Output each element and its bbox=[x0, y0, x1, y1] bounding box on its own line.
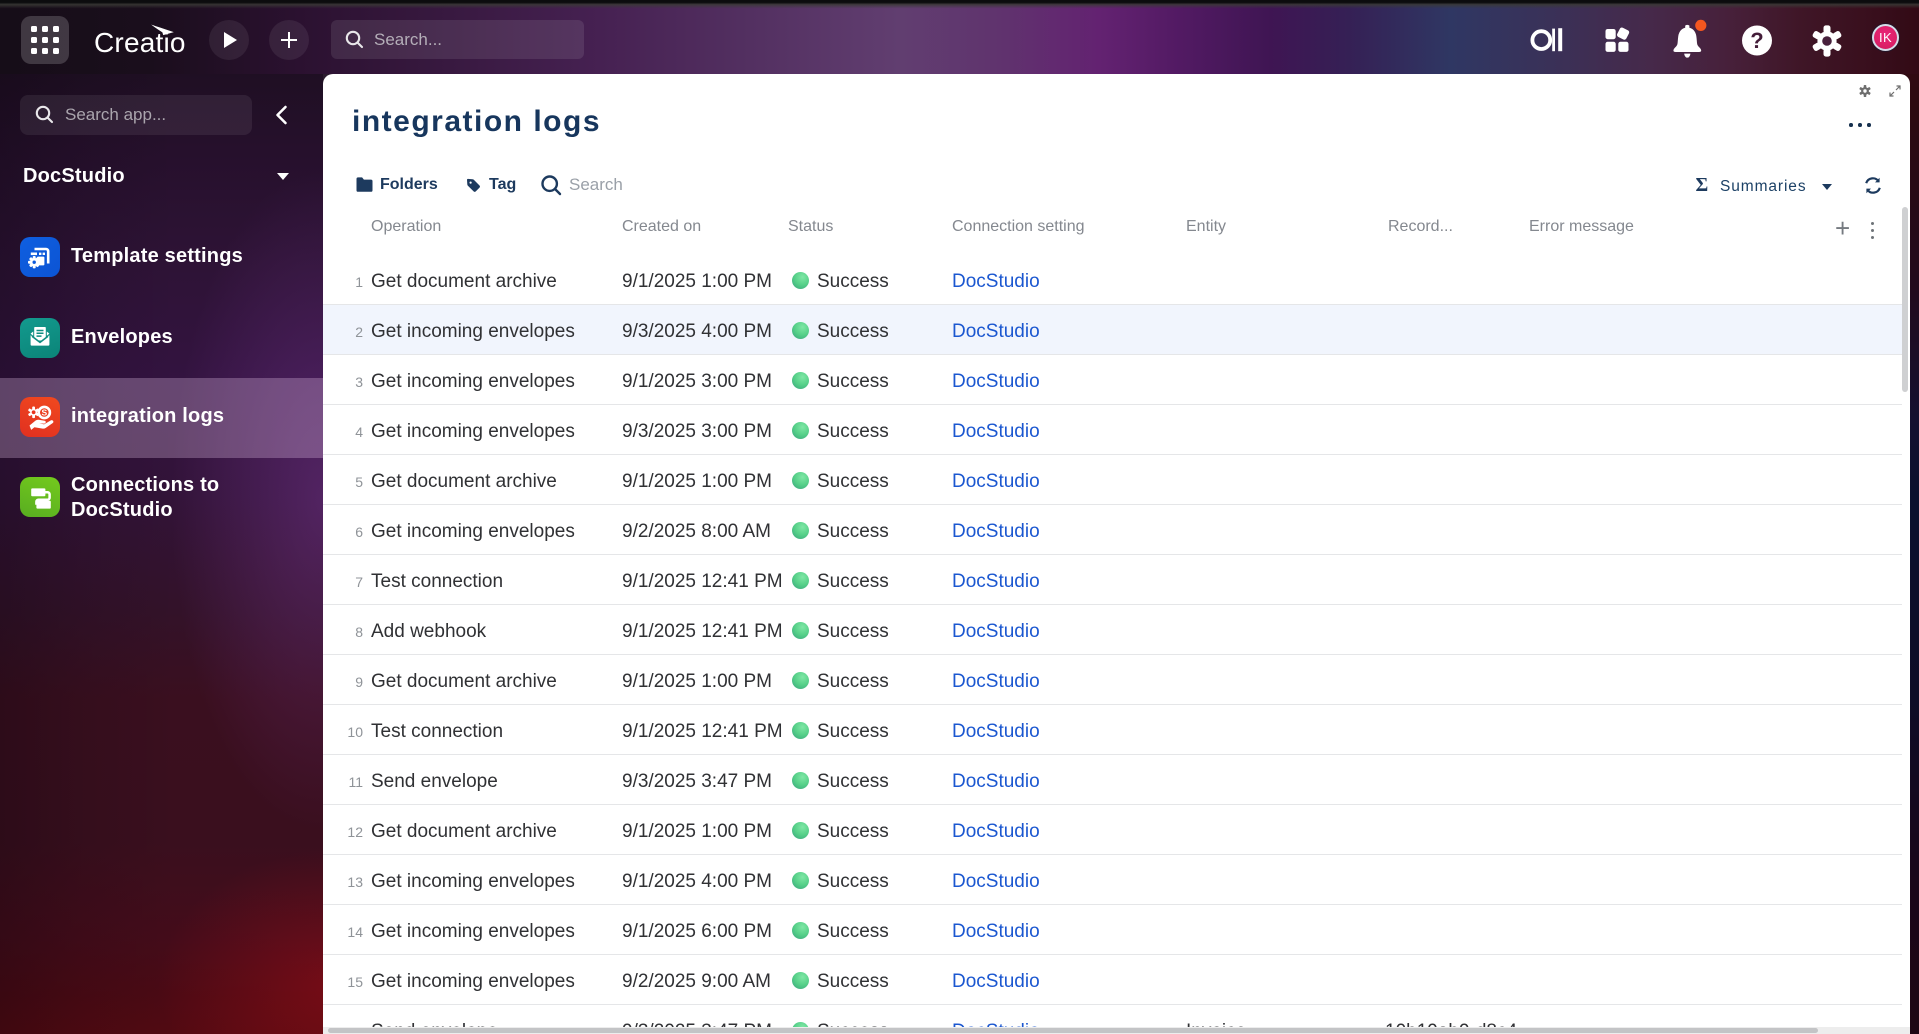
svg-text:Σ: Σ bbox=[1696, 177, 1708, 193]
svg-text:S: S bbox=[41, 408, 47, 418]
svg-text:?: ? bbox=[1750, 28, 1763, 53]
